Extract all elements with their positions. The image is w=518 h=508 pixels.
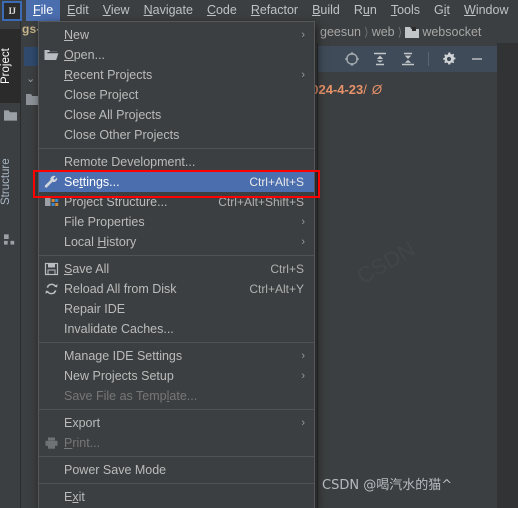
- diagonal-watermark: CSDN: [353, 236, 420, 290]
- menubar-item-git[interactable]: Git: [427, 0, 457, 21]
- menu-item-recent-projects[interactable]: Recent Projects ›: [39, 65, 314, 85]
- menu-item-save-all-shortcut: Ctrl+S: [270, 262, 304, 276]
- sidebar-item-structure[interactable]: Structure: [0, 139, 21, 225]
- menu-item-remote-development[interactable]: Remote Development...: [39, 152, 314, 172]
- printer-icon: [45, 437, 58, 449]
- chevron-down-icon[interactable]: ⌄: [26, 72, 35, 85]
- intellij-logo-text: IJ: [8, 5, 16, 16]
- sidebar-item-project[interactable]: Project: [0, 29, 21, 103]
- open-folder-icon: [44, 50, 59, 60]
- sidebar-item-structure-label: Structure: [0, 158, 12, 206]
- sidebar-item-project-label: Project: [0, 48, 12, 84]
- panel-divider: [317, 43, 318, 508]
- menubar-item-build[interactable]: Build: [305, 0, 347, 21]
- project-toolbar[interactable]: [318, 46, 497, 72]
- folder-icon: [4, 110, 17, 121]
- menu-item-power-save-mode[interactable]: Power Save Mode: [39, 460, 314, 480]
- menu-item-save-all[interactable]: Save All Ctrl+S: [39, 259, 314, 279]
- expand-all-icon[interactable]: [372, 51, 388, 67]
- menubar-item-tools[interactable]: Tools: [384, 0, 427, 21]
- menu-item-new-projects-setup[interactable]: New Projects Setup ›: [39, 366, 314, 386]
- menubar-item-navigate[interactable]: Navigate: [137, 0, 200, 21]
- editor-phi-symbol: Ø: [371, 82, 383, 97]
- menu-item-print: Print...: [39, 433, 314, 453]
- menubar-item-run[interactable]: Run: [347, 0, 384, 21]
- menu-item-reload-shortcut: Ctrl+Alt+Y: [249, 282, 304, 296]
- gear-icon[interactable]: [441, 51, 457, 67]
- chevron-right-icon: ⟩: [397, 25, 403, 39]
- menu-item-close-all-projects[interactable]: Close All Projects: [39, 105, 314, 125]
- breadcrumb[interactable]: geesun ⟩ web ⟩ websocket: [318, 21, 518, 43]
- chevron-right-icon: ›: [301, 417, 305, 429]
- chevron-right-icon: ›: [301, 370, 305, 382]
- chevron-right-icon: ›: [301, 236, 305, 248]
- menubar-item-view[interactable]: View: [96, 0, 137, 21]
- breadcrumb-item-2[interactable]: websocket: [422, 25, 481, 39]
- menu-bar[interactable]: IJ File Edit View Navigate Code Refactor…: [0, 0, 518, 21]
- chevron-right-icon: ⟩: [364, 25, 369, 39]
- menu-item-manage-ide-settings[interactable]: Manage IDE Settings ›: [39, 346, 314, 366]
- menu-item-new[interactable]: New ›: [39, 25, 314, 45]
- menu-item-settings[interactable]: Settings... Ctrl+Alt+S: [39, 172, 314, 192]
- tool-window-stripe-left[interactable]: Project Structure: [0, 21, 21, 508]
- menu-item-file-properties[interactable]: File Properties ›: [39, 212, 314, 232]
- reload-icon: [45, 283, 58, 295]
- save-icon: [44, 262, 59, 276]
- chevron-right-icon: ›: [301, 350, 305, 362]
- menu-item-reload-all-from-disk[interactable]: Reload All from Disk Ctrl+Alt+Y: [39, 279, 314, 299]
- chevron-right-icon: ›: [301, 29, 305, 41]
- menubar-item-file-rest: ile: [40, 3, 54, 17]
- menu-item-repair-ide[interactable]: Repair IDE: [39, 299, 314, 319]
- breadcrumb-item-0[interactable]: geesun: [320, 25, 361, 39]
- menu-item-exit[interactable]: Exit: [39, 487, 314, 507]
- chevron-right-icon: ›: [301, 216, 305, 228]
- collapse-all-icon[interactable]: [400, 51, 416, 67]
- menu-item-close-project[interactable]: Close Project: [39, 85, 314, 105]
- minimize-icon[interactable]: [469, 51, 485, 67]
- menu-item-invalidate-caches[interactable]: Invalidate Caches...: [39, 319, 314, 339]
- ide-window: Project Structure gs-w ⌄ geesun ⟩ web ⟩ …: [0, 0, 518, 508]
- menu-separator: [39, 456, 314, 457]
- toolbar-divider: [428, 52, 429, 66]
- locate-target-icon[interactable]: [344, 51, 360, 67]
- csdn-watermark: CSDN @喝汽水的猫^: [322, 478, 453, 493]
- menubar-item-refactor[interactable]: Refactor: [244, 0, 305, 21]
- menu-item-local-history[interactable]: Local History ›: [39, 232, 314, 252]
- menubar-item-window[interactable]: Window: [457, 0, 515, 21]
- menu-item-project-structure[interactable]: Project Structure... Ctrl+Alt+Shift+S: [39, 192, 314, 212]
- right-gutter: [497, 43, 518, 508]
- menubar-item-code[interactable]: Code: [200, 0, 244, 21]
- menu-separator: [39, 148, 314, 149]
- breadcrumb-item-1[interactable]: web: [372, 25, 395, 39]
- menu-item-save-file-as-template: Save File as Template...: [64, 389, 198, 403]
- menu-separator: [39, 409, 314, 410]
- menubar-item-file[interactable]: File: [26, 0, 61, 21]
- menu-separator: [39, 255, 314, 256]
- module-folder-icon: [405, 26, 420, 38]
- menubar-item-edit[interactable]: Edit: [60, 0, 96, 21]
- wrench-icon: [44, 175, 58, 188]
- menu-item-export[interactable]: Export ›: [39, 413, 314, 433]
- file-menu-popup[interactable]: New › Open... Recent Projects › Close Pr…: [38, 21, 315, 508]
- menu-separator: [39, 342, 314, 343]
- menu-separator: [39, 483, 314, 484]
- menu-item-open[interactable]: Open...: [39, 45, 314, 65]
- menu-item-project-structure-shortcut: Ctrl+Alt+Shift+S: [218, 195, 304, 209]
- menu-item-close-other-projects[interactable]: Close Other Projects: [39, 125, 314, 145]
- intellij-logo-icon: IJ: [2, 0, 22, 21]
- editor-date-text: 2024-4-23/Ø: [304, 82, 382, 97]
- menu-item-settings-shortcut: Ctrl+Alt+S: [249, 175, 304, 189]
- project-structure-icon: [45, 197, 59, 206]
- chevron-right-icon: ›: [301, 69, 305, 81]
- structure-icon: [4, 234, 15, 245]
